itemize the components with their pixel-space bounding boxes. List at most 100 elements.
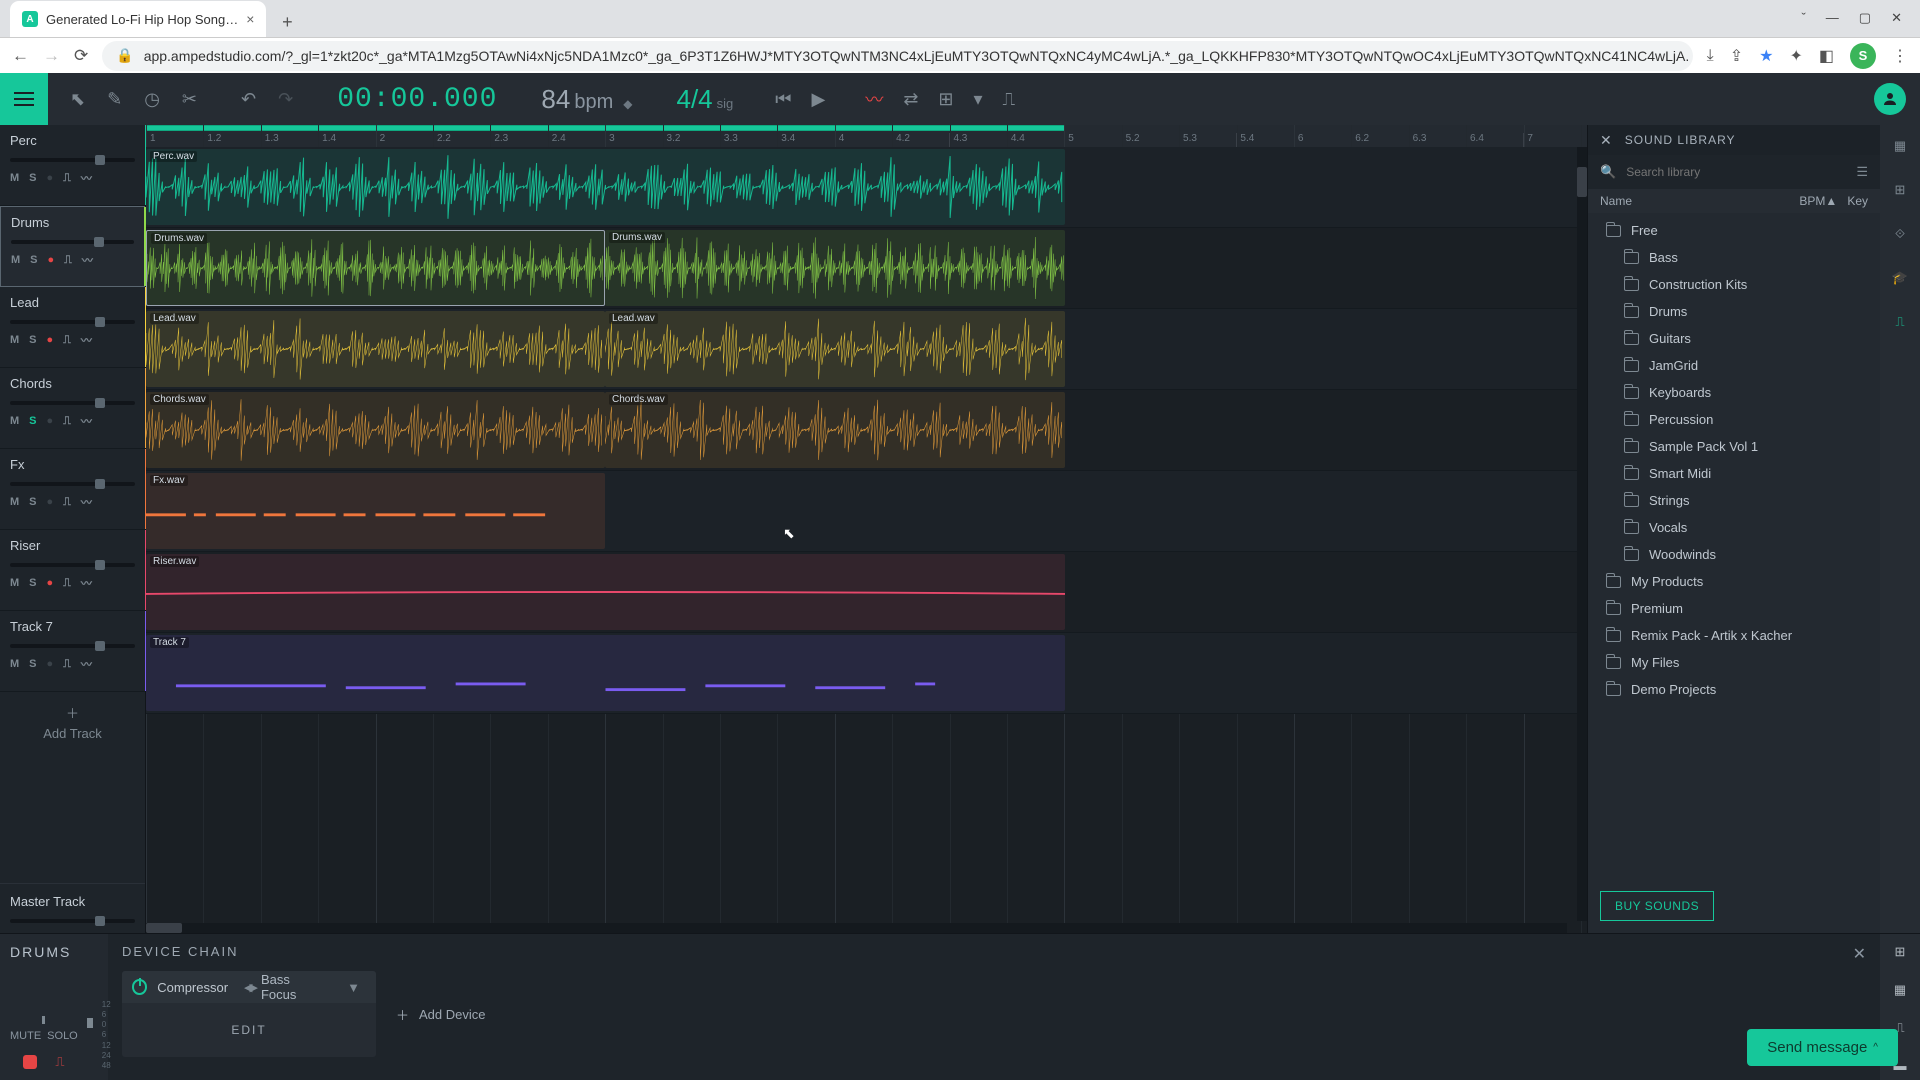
library-folder[interactable]: Sample Pack Vol 1: [1588, 433, 1880, 460]
arm-icon[interactable]: ●: [47, 415, 54, 427]
bookmark-icon[interactable]: ★: [1759, 46, 1773, 66]
track-lane[interactable]: Lead.wavLead.wav: [146, 309, 1587, 390]
track-header[interactable]: Drums M S ● ⎍ 〰: [0, 206, 145, 287]
meter-icon[interactable]: ⎍: [64, 254, 72, 267]
col-name[interactable]: Name: [1600, 194, 1799, 208]
meter-icon[interactable]: ⎍: [63, 172, 71, 185]
add-track-button[interactable]: ＋Add Track: [0, 692, 145, 752]
track-header[interactable]: Chords M S ● ⎍ 〰: [0, 368, 145, 449]
new-tab-button[interactable]: +: [272, 7, 302, 37]
meter-bars-icon[interactable]: ⎍: [55, 1054, 64, 1070]
power-icon[interactable]: [132, 979, 147, 995]
pointer-tool-icon[interactable]: ⬉: [70, 89, 85, 110]
library-panel-icon[interactable]: ▦: [1889, 135, 1911, 157]
time-signature-display[interactable]: 4/4 sig: [676, 84, 733, 115]
audio-clip[interactable]: Chords.wav: [605, 392, 1065, 468]
preset-dropdown-icon[interactable]: ▼: [347, 980, 360, 995]
library-search-input[interactable]: [1626, 165, 1846, 179]
col-key[interactable]: Key: [1847, 194, 1868, 208]
master-track[interactable]: Master Track: [0, 883, 145, 933]
metronome-icon[interactable]: ▾: [974, 89, 983, 110]
browser-tab[interactable]: A Generated Lo-Fi Hip Hop Song… ×: [10, 1, 266, 37]
arrange-view[interactable]: 11.21.31.422.22.32.433.23.33.444.24.34.4…: [146, 125, 1587, 933]
library-folder[interactable]: Demo Projects: [1588, 676, 1880, 703]
add-device-button[interactable]: ＋ Add Device: [396, 1005, 486, 1024]
solo-button[interactable]: S: [29, 415, 36, 427]
extensions-icon[interactable]: ✦: [1789, 46, 1802, 66]
timeline-ruler[interactable]: 11.21.31.422.22.32.433.23.33.444.24.34.4…: [146, 125, 1587, 147]
track-volume-slider[interactable]: [11, 240, 134, 244]
automation-icon[interactable]: 〰: [81, 332, 92, 348]
pencil-tool-icon[interactable]: ✎: [107, 89, 122, 110]
arm-icon[interactable]: ●: [48, 254, 55, 266]
track-volume-slider[interactable]: [10, 320, 135, 324]
meter-icon[interactable]: ⎍: [63, 496, 71, 509]
library-folder[interactable]: Guitars: [1588, 325, 1880, 352]
rewind-icon[interactable]: ⏮: [775, 89, 791, 110]
close-library-icon[interactable]: ✕: [1600, 132, 1613, 149]
filter-icon[interactable]: ☰: [1856, 164, 1868, 180]
send-message-button[interactable]: Send message^: [1747, 1029, 1898, 1066]
col-bpm[interactable]: BPM▲: [1799, 194, 1837, 208]
automation-icon[interactable]: 〰: [81, 170, 92, 186]
horizontal-scrollbar[interactable]: [146, 923, 1567, 933]
mute-button[interactable]: M: [10, 577, 19, 589]
solo-button[interactable]: S: [29, 577, 36, 589]
main-menu-button[interactable]: [0, 73, 48, 125]
library-folder[interactable]: Bass: [1588, 244, 1880, 271]
audio-clip[interactable]: Track 7: [146, 635, 1065, 711]
ai-panel-icon[interactable]: ⎍: [1889, 311, 1911, 333]
audio-clip[interactable]: Fx.wav: [146, 473, 605, 549]
back-icon[interactable]: ←: [12, 46, 29, 66]
solo-button[interactable]: S: [29, 172, 36, 184]
automation-icon[interactable]: 〰: [82, 252, 93, 268]
solo-button[interactable]: S: [30, 254, 37, 266]
bpm-display[interactable]: 84 bpm ◆: [541, 84, 632, 115]
library-folder[interactable]: Woodwinds: [1588, 541, 1880, 568]
library-folder[interactable]: Drums: [1588, 298, 1880, 325]
vertical-scrollbar[interactable]: [1577, 147, 1587, 921]
panel-view1-icon[interactable]: ⊞: [1895, 944, 1906, 960]
mute-button[interactable]: M: [11, 254, 20, 266]
arm-icon[interactable]: ●: [47, 577, 54, 589]
track-volume-slider[interactable]: [10, 644, 135, 648]
redo-icon[interactable]: ↷: [278, 89, 293, 110]
solo-button[interactable]: S: [29, 334, 36, 346]
track-header[interactable]: Fx M S ● ⎍ 〰: [0, 449, 145, 530]
arm-record-icon[interactable]: [23, 1055, 37, 1069]
library-folder[interactable]: JamGrid: [1588, 352, 1880, 379]
audio-clip[interactable]: Drums.wav: [146, 230, 605, 306]
mute-button[interactable]: MUTE: [10, 1030, 41, 1042]
time-display[interactable]: 00:00.000: [337, 84, 497, 115]
automation-icon[interactable]: 〰: [81, 575, 92, 591]
library-folder[interactable]: Vocals: [1588, 514, 1880, 541]
audio-clip[interactable]: Lead.wav: [605, 311, 1065, 387]
library-folder[interactable]: Strings: [1588, 487, 1880, 514]
mixer-icon[interactable]: ⎍: [1003, 89, 1016, 110]
track-volume-slider[interactable]: [10, 158, 135, 162]
arm-icon[interactable]: ●: [47, 496, 54, 508]
undo-icon[interactable]: ↶: [241, 89, 256, 110]
track-volume-slider[interactable]: [10, 482, 135, 486]
close-device-panel-icon[interactable]: ✕: [1853, 944, 1866, 964]
library-folder[interactable]: Free: [1588, 217, 1880, 244]
timer-tool-icon[interactable]: ◷: [144, 89, 160, 110]
library-folder[interactable]: Smart Midi: [1588, 460, 1880, 487]
snap-icon[interactable]: ⊞: [938, 89, 953, 110]
solo-button[interactable]: S: [29, 658, 36, 670]
arm-icon[interactable]: ●: [47, 172, 54, 184]
play-icon[interactable]: ▶: [811, 89, 825, 110]
track-lane[interactable]: Perc.wav: [146, 147, 1587, 228]
mute-button[interactable]: M: [10, 415, 19, 427]
window-minimize-icon[interactable]: —: [1826, 10, 1839, 26]
track-header[interactable]: Perc M S ● ⎍ 〰: [0, 125, 145, 206]
audio-clip[interactable]: Perc.wav: [146, 149, 1065, 225]
buy-sounds-button[interactable]: BUY SOUNDS: [1600, 891, 1714, 921]
meter-icon[interactable]: ⎍: [63, 658, 71, 671]
device-card[interactable]: Compressor ◀▶ Bass Focus ▼ EDIT: [122, 971, 376, 1057]
track-lane[interactable]: Chords.wavChords.wav: [146, 390, 1587, 471]
meter-icon[interactable]: ⎍: [63, 415, 71, 428]
forward-icon[interactable]: →: [43, 46, 60, 66]
mute-button[interactable]: M: [10, 658, 19, 670]
library-folder[interactable]: Keyboards: [1588, 379, 1880, 406]
